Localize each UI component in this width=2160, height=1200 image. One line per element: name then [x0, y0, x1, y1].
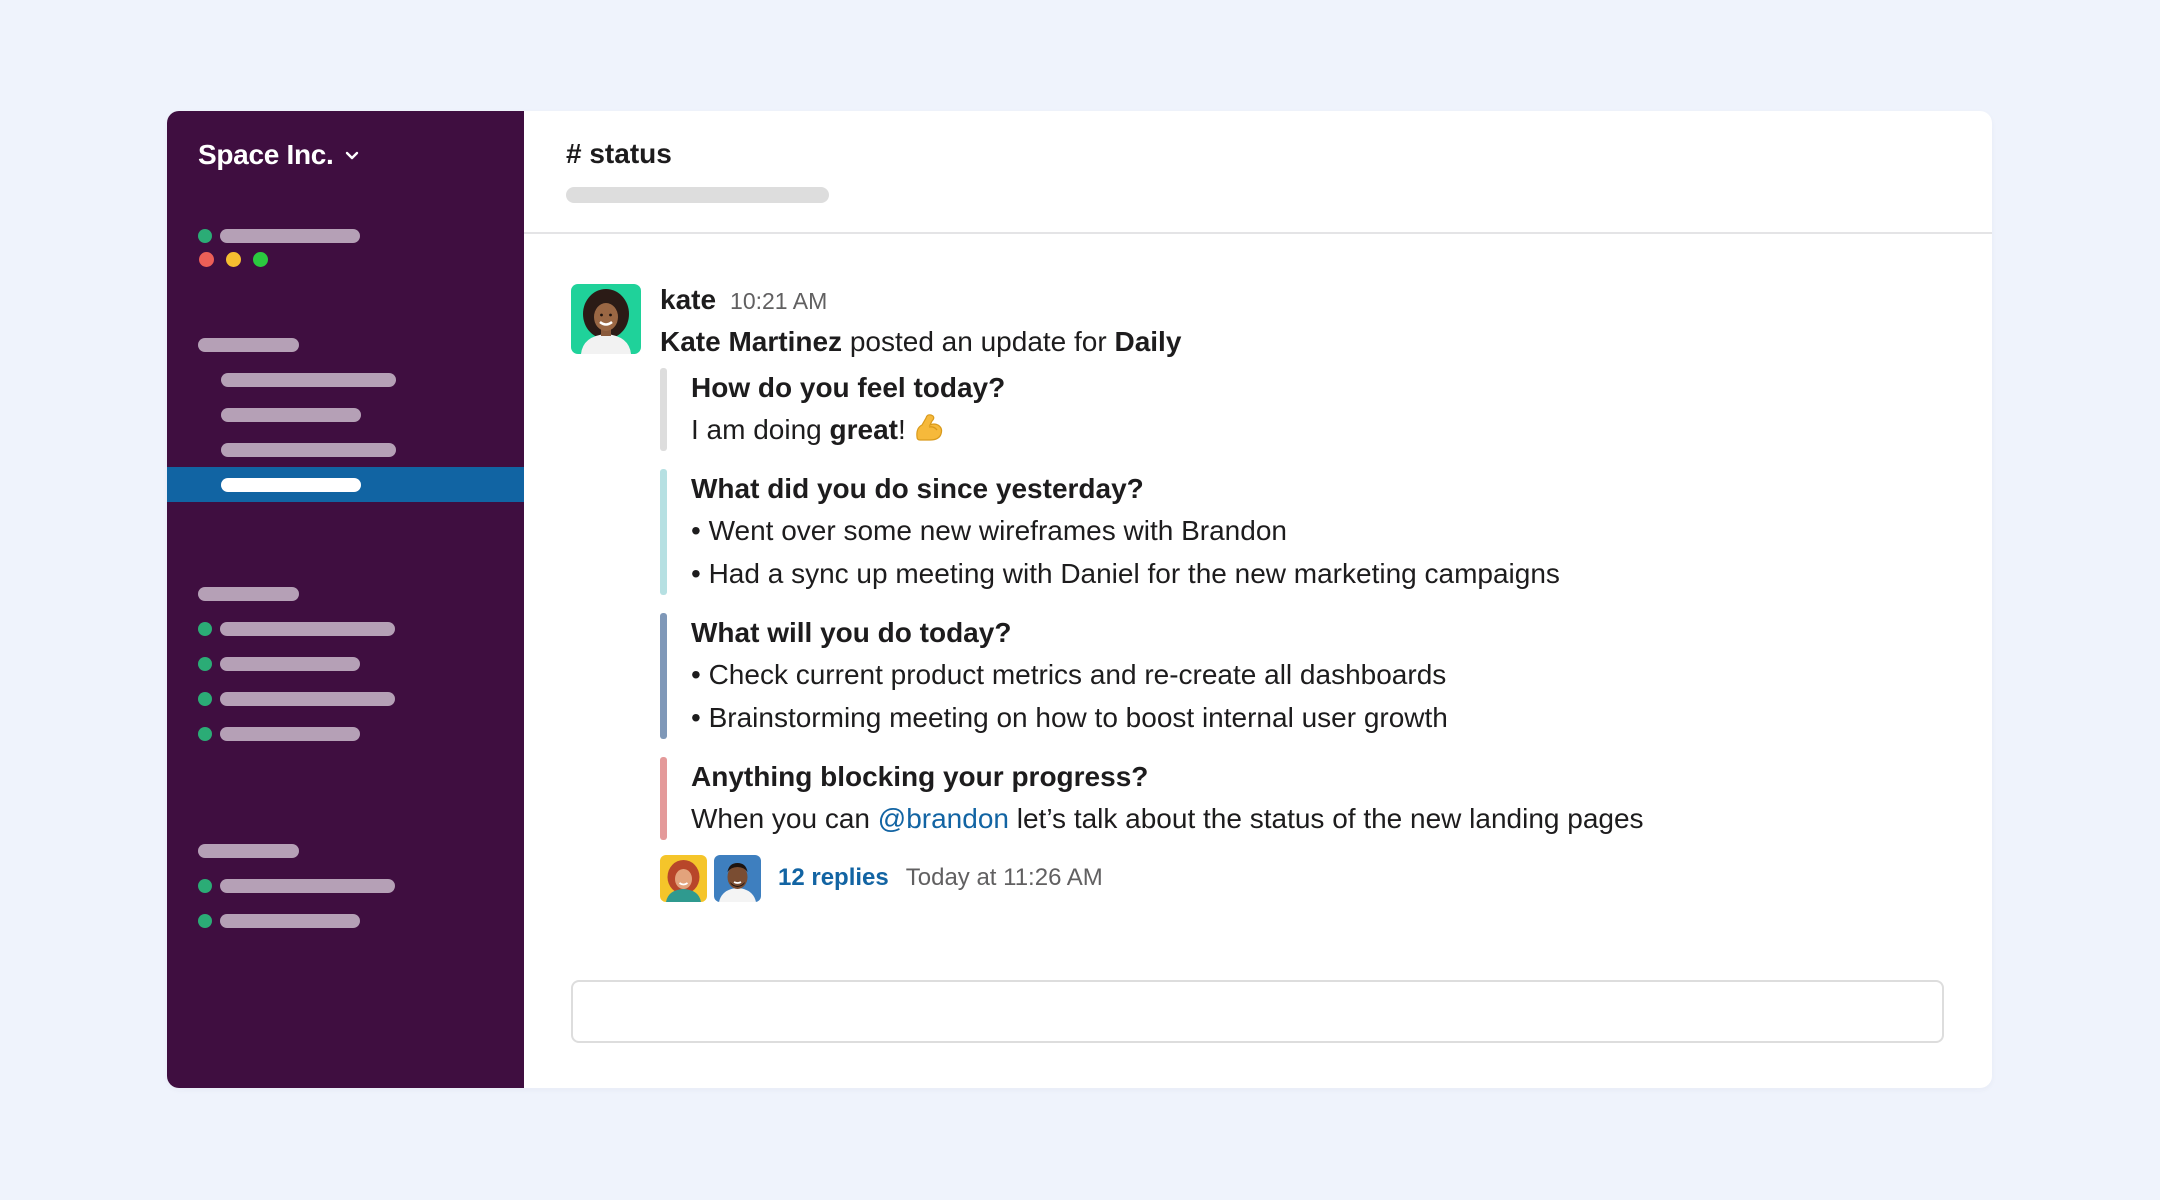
sidebar-dm-item[interactable] — [198, 657, 360, 671]
sidebar-section-header[interactable] — [198, 587, 299, 601]
sidebar-channel-item[interactable] — [221, 373, 396, 387]
workspace-switcher[interactable]: Space Inc. — [198, 139, 360, 171]
placeholder-bar — [198, 587, 299, 601]
sidebar-section-header[interactable] — [198, 338, 299, 352]
close-window-button[interactable] — [199, 252, 214, 267]
answer-prefix: I am doing — [691, 414, 830, 445]
placeholder-bar — [198, 844, 299, 858]
section-stripe — [660, 757, 667, 840]
placeholder-bar — [198, 338, 299, 352]
standup-section: Anything blocking your progress? When yo… — [660, 757, 1952, 840]
channel-pane: # status kate 10:21 AM Kate Martinez pos… — [524, 111, 1992, 1088]
minimize-window-button[interactable] — [226, 252, 241, 267]
section-stripe — [660, 368, 667, 451]
standup-section: What did you do since yesterday? • Went … — [660, 469, 1952, 595]
placeholder-bar — [220, 914, 360, 928]
thread-last-reply-time: Today at 11:26 AM — [905, 864, 1103, 891]
placeholder-bar — [220, 657, 360, 671]
poster-name: Kate Martinez — [660, 326, 843, 357]
presence-dot — [198, 622, 212, 636]
posted-text: posted an update for — [849, 326, 1107, 357]
sidebar-dm-item[interactable] — [198, 914, 360, 928]
answer-suffix: let’s talk about the status of the new l… — [1008, 803, 1644, 834]
sidebar-dm-item[interactable] — [198, 692, 395, 706]
avatar — [660, 854, 707, 902]
placeholder-bar — [220, 727, 360, 741]
reply-avatar-image — [660, 854, 707, 902]
report-name: Daily — [1114, 326, 1182, 357]
list-item: • Check current product metrics and re-c… — [691, 659, 1447, 690]
section-question: What did you do since yesterday? — [691, 473, 1144, 504]
flexed-biceps-icon — [916, 414, 942, 441]
sidebar-dm-item[interactable] — [198, 622, 395, 636]
sidebar-channel-item[interactable] — [221, 443, 396, 457]
message-timestamp[interactable]: 10:21 AM — [730, 288, 827, 315]
placeholder-bar — [221, 478, 361, 492]
sidebar-dm-item[interactable] — [198, 727, 360, 741]
avatar — [714, 854, 761, 902]
user-status[interactable] — [198, 229, 360, 243]
answer-suffix: ! — [898, 414, 906, 445]
message-composer[interactable] — [571, 980, 1944, 1043]
workspace-name: Space Inc. — [198, 139, 334, 170]
presence-dot — [198, 879, 212, 893]
presence-dot — [198, 229, 212, 243]
section-answer: I am doing great! — [691, 408, 1952, 451]
reply-avatar-image — [714, 854, 761, 902]
maximize-window-button[interactable] — [253, 252, 268, 267]
channel-topic-placeholder — [566, 187, 829, 203]
section-stripe — [660, 469, 667, 595]
sidebar-section-header[interactable] — [198, 844, 299, 858]
placeholder-bar — [221, 443, 396, 457]
presence-dot — [198, 914, 212, 928]
chevron-down-icon — [345, 151, 358, 160]
message-intro: Kate Martinez posted an update for Daily — [660, 324, 1952, 360]
placeholder-bar — [220, 879, 395, 893]
message-author[interactable]: kate — [660, 284, 716, 316]
section-answer: When you can @brandon let’s talk about t… — [691, 797, 1952, 840]
list-item: • Had a sync up meeting with Daniel for … — [691, 558, 1560, 589]
placeholder-bar — [221, 373, 396, 387]
standup-section: What will you do today? • Check current … — [660, 613, 1952, 739]
section-question: Anything blocking your progress? — [691, 761, 1149, 792]
answer-bold: great — [829, 414, 898, 445]
thread-replies-link[interactable]: 12 replies — [778, 864, 889, 892]
thread-summary[interactable]: 12 replies Today at 11:26 AM — [660, 854, 1952, 902]
placeholder-bar — [220, 692, 395, 706]
avatar[interactable] — [571, 284, 641, 354]
channel-title[interactable]: # status — [566, 138, 672, 170]
placeholder-bar — [220, 229, 360, 243]
sidebar-dm-item[interactable] — [198, 879, 395, 893]
presence-dot — [198, 727, 212, 741]
placeholder-bar — [220, 622, 395, 636]
presence-dot — [198, 657, 212, 671]
presence-dot — [198, 692, 212, 706]
section-question: What will you do today? — [691, 617, 1012, 648]
kate-avatar-image — [571, 284, 641, 354]
message-body: kate 10:21 AM Kate Martinez posted an up… — [660, 284, 1952, 902]
app-window: Space Inc. # status kate 10:21 AM Kate M… — [167, 111, 1992, 1088]
sidebar-channel-item[interactable] — [221, 408, 361, 422]
section-question: How do you feel today? — [691, 372, 1006, 403]
section-stripe — [660, 613, 667, 739]
list-item: • Went over some new wireframes with Bra… — [691, 515, 1287, 546]
answer-prefix: When you can — [691, 803, 878, 834]
standup-section: How do you feel today? I am doing great! — [660, 368, 1952, 451]
sidebar-channel-item-selected[interactable] — [167, 467, 524, 502]
user-mention-link[interactable]: @brandon — [878, 803, 1009, 834]
placeholder-bar — [221, 408, 361, 422]
sidebar: Space Inc. — [167, 111, 524, 1088]
channel-header: # status — [524, 111, 1992, 234]
window-controls — [199, 252, 268, 267]
list-item: • Brainstorming meeting on how to boost … — [691, 702, 1448, 733]
